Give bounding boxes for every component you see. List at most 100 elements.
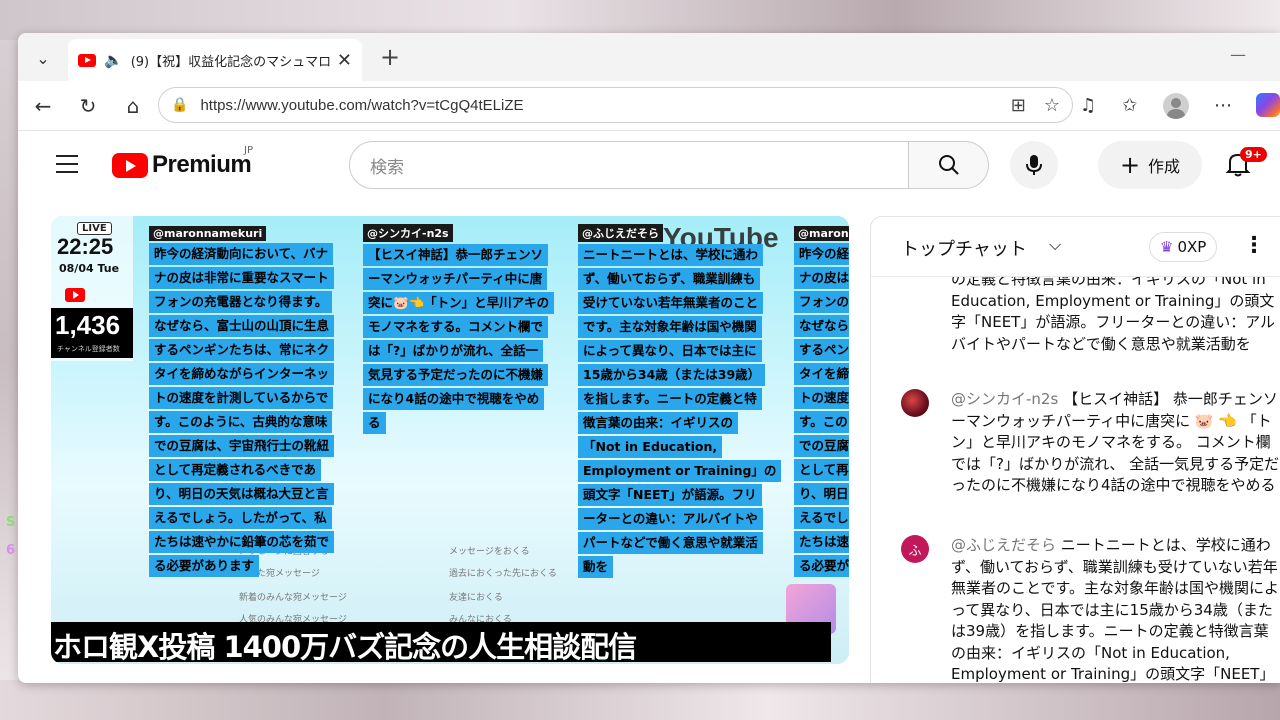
marshmallow-column-1: @maronnamekuri 昨今の経済動向において、バナ ナの皮は非常に重要なス… [149,222,359,579]
marshmallow-column-3: @ふじえだそら ニートニートとは、学校に通わ ず、働いておらず、職業訓練も 受けてい… [578,222,788,580]
chat-message-text: の定義と特徴言葉の由来：イギリスの「Not in Education, Empl… [951,277,1280,355]
refresh-icon[interactable]: ↻ [75,93,101,119]
menu-hamburger-icon[interactable] [56,155,78,173]
marshmallow-line: 受けていない若年無業者のこと [578,292,764,314]
column-lines: ニートニートとは、学校に通わ ず、働いておらず、職業訓練も 受けていない若年無業者の… [578,244,788,580]
marshmallow-line: る [363,412,386,434]
column-lines: 【ヒスイ神話】恭一郎チェンソ ーマンウォッチパーティ中に唐 突に🐷👈「トン」と早川ア… [363,244,573,436]
tab-title: (9)【祝】収益化記念のマシュマロ [130,54,332,70]
message-body: ニートニートとは、学校に通わず、働いておらず、職業訓練も受けていない若年無業者の… [951,536,1280,683]
marshmallow-line: トの速度を計測しているからで [149,387,334,409]
chat-mode-title[interactable]: トップチャット [901,235,1027,261]
marshmallow-line: 徴言葉の由来：イギリスの [578,412,739,434]
marshmallow-line: 「Not in Education, [578,436,723,458]
video-player[interactable]: YouTube メッセージに回答する あなた宛メッセージ 新着のみんな宛メッセー… [51,216,849,664]
voice-search-button[interactable] [1010,141,1058,189]
new-tab-button[interactable]: + [380,43,400,71]
marshmallow-line: するペン [794,339,849,361]
marshmallow-line: 15歳から34歳（または39歳） [578,364,766,386]
favorite-star-icon[interactable]: ☆ [1044,95,1060,116]
marshmallow-line: 気見する予定だったのに不機嫌 [363,364,549,386]
browser-window: ⌄ 🔈 (9)【祝】収益化記念のマシュマロ ✕ + — ← ↻ ⌂ 🔒 http… [18,33,1280,683]
marshmallow-line: なぜなら、富士山の山頂に生息 [149,315,335,337]
profile-avatar-icon[interactable] [1163,93,1189,119]
chat-more-icon[interactable]: ⋮ [1243,233,1265,258]
chat-author[interactable]: @シンカイ-n2s [951,390,1058,408]
desktop-background-left [0,40,18,680]
chat-author[interactable]: @ふじえだそら [951,536,1056,554]
marshmallow-line: として再 [794,459,849,481]
marshmallow-line: 昨今の経 [794,243,849,265]
marshmallow-line: ず、働いておらず、職業訓練も [578,268,761,290]
marshmallow-line: ニートニートとは、学校に通わ [578,244,764,266]
tab-actions-chevron-icon[interactable]: ⌄ [28,45,58,71]
browser-toolbar: ← ↻ ⌂ 🔒 https://www.youtube.com/watch?v=… [18,81,1280,131]
bg-menu-item: メッセージをおくる [449,547,530,557]
youtube-small-icon [65,288,85,302]
live-overlay: LIVE 22:25 08/04 Tue 1,436 チャンネル登録者数 [51,216,133,361]
avatar[interactable]: ふ [901,535,929,563]
marshmallow-line: ナの皮は非常に重要なスマート [149,267,334,289]
chat-messages[interactable]: の定義と特徴言葉の由来：イギリスの「Not in Education, Empl… [871,277,1280,683]
chat-message-text: @ふじえだそら ニートニートとは、学校に通わず、働いておらず、職業訓練も受けてい… [951,535,1280,683]
marshmallow-line: ーマンウォッチパーティ中に唐 [363,268,548,290]
favorites-icon[interactable]: ✩ [1122,95,1137,116]
close-tab-icon[interactable]: ✕ [337,50,352,71]
marshmallow-line: えるでしょう。したがって、私 [149,507,332,529]
tab-strip: ⌄ 🔈 (9)【祝】収益化記念のマシュマロ ✕ + — [18,33,1280,81]
media-control-icon[interactable]: ♫ [1080,95,1096,116]
marshmallow-line: での豆腐 [794,435,849,457]
column-author: @maronnamekuri [149,226,267,241]
marshmallow-line: 【ヒスイ神話】恭一郎チェンソ [363,244,549,266]
plus-icon: + [1119,151,1141,179]
marshmallow-line: フォンの充電器となり得ます。 [149,291,333,313]
column-author: @ふじえだそら [578,224,663,242]
lock-icon[interactable]: 🔒 [171,97,188,113]
subscriber-count: 1,436 [55,310,121,340]
crown-icon: ♛ [1160,238,1174,256]
marshmallow-line: す。このように、古典的な意味 [149,411,333,433]
marshmallow-line: り、明日 [794,483,849,505]
youtube-favicon-icon [78,53,96,67]
address-bar[interactable]: 🔒 https://www.youtube.com/watch?v=tCgQ4t… [158,87,1073,123]
search-button[interactable] [909,141,989,189]
marshmallow-line: ーターとの違い：アルバイトや [578,508,763,530]
desktop-fragment-text: 6 [6,543,16,558]
app-available-icon[interactable]: ⊞ [1011,95,1026,116]
chevron-down-icon[interactable]: ⌵ [1049,235,1061,255]
column-lines: 昨今の経 ナの皮は フォンの なぜなら するペン タイを締 トの速度 す。この での豆腐 として再… [794,243,849,579]
marshmallow-line: えるでし [794,507,849,529]
marshmallow-line: を指します。ニートの定義と特 [578,388,762,410]
subscriber-box: 1,436 チャンネル登録者数 [51,308,133,358]
marshmallow-line: り、明日の天気は概ね大豆と言 [149,483,334,505]
xp-value: 0XP [1177,238,1207,256]
youtube-premium-label[interactable]: Premium [152,151,252,179]
home-icon[interactable]: ⌂ [120,93,146,119]
search-input[interactable]: 検索 [349,141,909,189]
speaker-icon[interactable]: 🔈 [104,51,123,69]
stream-caption: ホロ観X投稿 1400万バズ記念の人生相談配信 [53,630,637,664]
url-text[interactable]: https://www.youtube.com/watch?v=tCgQ4tEL… [200,97,523,114]
marshmallow-line: は「?」ばかりが流れ、全話一 [363,340,544,362]
minimize-icon[interactable]: — [1230,45,1246,64]
tab-youtube[interactable]: 🔈 (9)【祝】収益化記念のマシュマロ ✕ [68,39,362,81]
chat-message-text: @シンカイ-n2s 【ヒスイ神話】 恭一郎チェンソーマンウォッチパーティ中に唐突… [951,389,1280,497]
create-button[interactable]: + 作成 [1098,141,1202,189]
stream-clock: 22:25 [57,234,114,259]
region-label: JP [244,145,253,156]
xp-button[interactable]: ♛ 0XP [1149,232,1218,262]
marshmallow-column-4: @maronn 昨今の経ナの皮はフォンのなぜならするペンタイを締トの速度す。この… [794,222,849,579]
marshmallow-line: る必要が [794,555,849,577]
bg-menu-item: 友達におくる [449,593,503,603]
avatar[interactable] [901,389,929,417]
desktop-fragment-text: S [6,515,16,530]
more-menu-icon[interactable]: ⋯ [1214,95,1232,116]
subscriber-label: チャンネル登録者数 [57,345,120,353]
marshmallow-column-2: @シンカイ-n2s 【ヒスイ神話】恭一郎チェンソ ーマンウォッチパーティ中に唐 突に… [363,222,573,436]
youtube-logo-icon[interactable] [112,153,148,178]
search-placeholder: 検索 [370,157,404,178]
bg-menu-item: 過去におくった先におくる [449,569,557,579]
create-label: 作成 [1148,157,1181,176]
back-icon[interactable]: ← [30,93,56,119]
copilot-icon[interactable] [1256,93,1280,117]
